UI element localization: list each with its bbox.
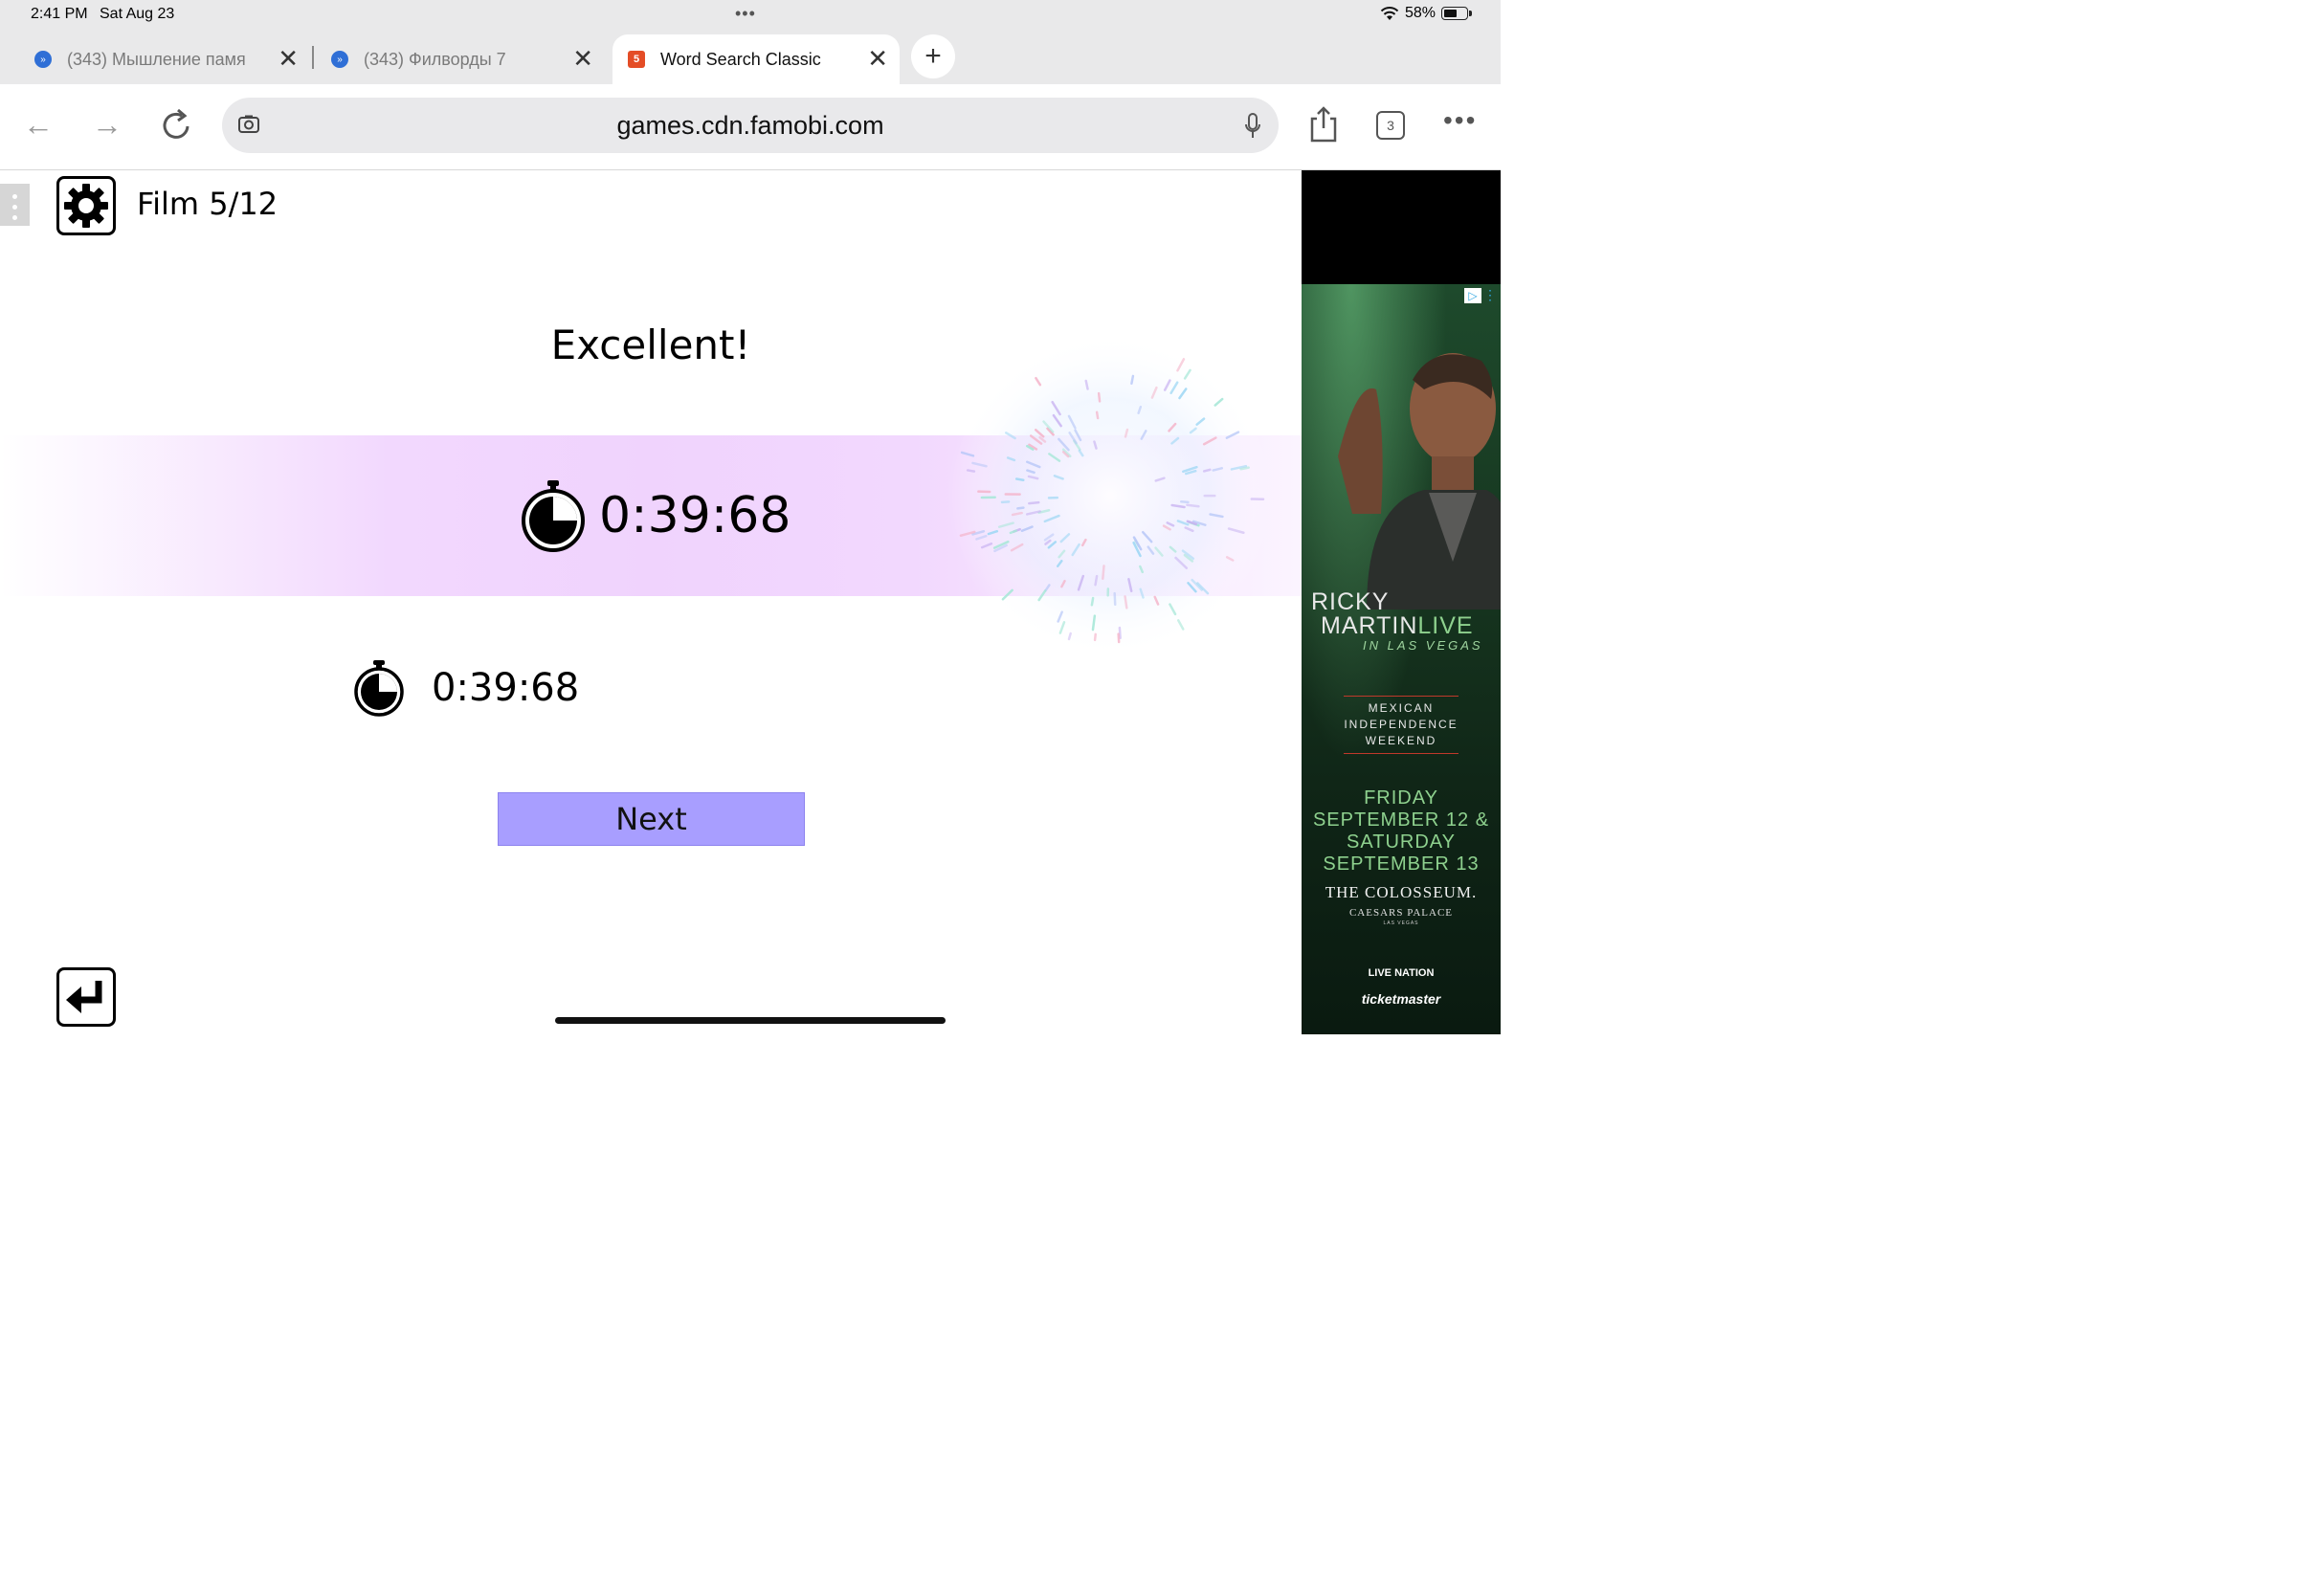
stopwatch-icon	[354, 660, 404, 717]
firework-spark	[1124, 595, 1128, 610]
back-arrow-icon[interactable]: ←	[23, 107, 54, 143]
firework-spark	[1113, 591, 1117, 607]
ad-performer-image	[1338, 353, 1501, 610]
firework-spark	[1095, 410, 1100, 420]
current-time-display: 0:39:68	[521, 478, 791, 553]
next-button[interactable]: Next	[498, 792, 805, 846]
forward-arrow-icon[interactable]: →	[92, 107, 122, 143]
firework-spark	[1014, 477, 1025, 482]
status-date: Sat Aug 23	[100, 6, 175, 22]
fireworks-burst	[947, 333, 1273, 658]
ad-menu-icon[interactable]: ⋮	[1483, 288, 1497, 301]
status-bar: 2:41 PM Sat Aug 23 ••• 58%	[0, 0, 1501, 31]
stopwatch-icon	[522, 480, 585, 552]
tab-overview-button[interactable]: 3	[1376, 111, 1405, 140]
gear-icon	[64, 184, 108, 228]
share-icon[interactable]	[1307, 105, 1340, 144]
return-arrow-icon	[66, 981, 102, 1013]
side-menu-handle[interactable]	[0, 184, 30, 226]
ad-headline-2: MARTINLIVE	[1321, 612, 1474, 639]
ad-venue-sub: CAESARS PALACE	[1348, 907, 1454, 919]
more-options-icon[interactable]: •••	[1443, 105, 1477, 136]
ad-sponsor-livenation: LIVE NATION	[1368, 967, 1435, 979]
tab-title: Word Search Classic	[660, 49, 821, 69]
tab-title: (343) Филворды 7	[364, 49, 506, 69]
ad-choices-icon[interactable]: ▷	[1464, 288, 1481, 303]
close-tab-icon[interactable]: ✕	[278, 46, 299, 71]
firework-spark	[1067, 632, 1072, 641]
multitasking-dots-icon[interactable]: •••	[735, 4, 756, 24]
firework-spark	[1102, 565, 1105, 581]
status-indicators: 58%	[1380, 5, 1472, 22]
ad-creative[interactable]: ▷ ⋮ RICKY MARTINLIVE IN LAS VEGAS MEXICA…	[1302, 284, 1501, 1034]
firework-spark	[1094, 574, 1099, 587]
settings-button[interactable]	[56, 176, 116, 235]
firework-spark	[1117, 632, 1121, 644]
tab-favicon-icon: »	[34, 51, 52, 68]
firework-spark	[1097, 391, 1102, 403]
battery-icon	[1441, 7, 1472, 20]
ad-venue: THE COLOSSEUM.	[1325, 883, 1478, 901]
best-time-display: 0:39:68	[353, 658, 579, 718]
ad-event-name: MEXICAN INDEPENDENCE WEEKEND	[1344, 696, 1459, 754]
close-tab-icon[interactable]: ✕	[572, 46, 593, 71]
back-button[interactable]	[56, 967, 116, 1027]
firework-spark	[1180, 500, 1190, 504]
url-text: games.cdn.famobi.com	[616, 111, 884, 140]
home-indicator[interactable]	[555, 1017, 946, 1024]
html5-favicon-icon: 5	[628, 51, 645, 68]
ad-dates: FRIDAY SEPTEMBER 12 & SATURDAY SEPTEMBER…	[1312, 787, 1490, 875]
ad-sponsor-ticketmaster: ticketmaster	[1361, 991, 1441, 1007]
browser-toolbar: ← → games.cdn.famobi.com 3 •••	[0, 84, 1501, 170]
advertisement[interactable]: ▷ ⋮ RICKY MARTINLIVE IN LAS VEGAS MEXICA…	[1302, 170, 1501, 1034]
tab-active[interactable]: 5 Word Search Classic ✕	[612, 34, 900, 84]
new-tab-button[interactable]: +	[911, 34, 955, 78]
tab-favicon-icon: »	[331, 51, 348, 68]
address-bar[interactable]: games.cdn.famobi.com	[222, 98, 1279, 153]
firework-spark	[1084, 379, 1089, 390]
firework-spark	[966, 469, 976, 473]
firework-spark	[1028, 500, 1040, 505]
firework-spark	[1186, 503, 1200, 508]
wifi-icon	[1380, 7, 1399, 20]
best-time: 0:39:68	[432, 666, 580, 710]
tab-2[interactable]: » (343) Филворды 7 ✕	[331, 34, 593, 84]
reload-icon[interactable]	[159, 105, 193, 144]
battery-percent: 58%	[1404, 5, 1436, 21]
tab-1[interactable]: » (343) Мышление памя ✕	[34, 34, 299, 84]
tab-bar: » (343) Мышление памя ✕ » (343) Филворды…	[0, 31, 1501, 84]
firework-spark	[1016, 506, 1025, 510]
ad-location: IN LAS VEGAS	[1363, 638, 1483, 653]
tab-divider	[312, 46, 314, 69]
level-label: Film 5/12	[137, 186, 278, 222]
firework-spark	[1093, 632, 1097, 642]
current-time: 0:39:68	[599, 487, 791, 544]
ad-venue-city: LAS VEGAS	[1383, 920, 1419, 926]
microphone-icon[interactable]	[1244, 112, 1261, 141]
firework-spark	[1130, 374, 1135, 386]
firework-spark	[1202, 468, 1212, 473]
close-tab-icon[interactable]: ✕	[867, 46, 888, 71]
status-time: 2:41 PM	[31, 6, 88, 22]
tab-title: (343) Мышление памя	[67, 49, 246, 69]
game-area: Film 5/12 Excellent! 0:39:68 0:39:68 Nex…	[0, 170, 1302, 1034]
firework-spark	[1090, 596, 1095, 607]
firework-spark	[1239, 466, 1250, 471]
